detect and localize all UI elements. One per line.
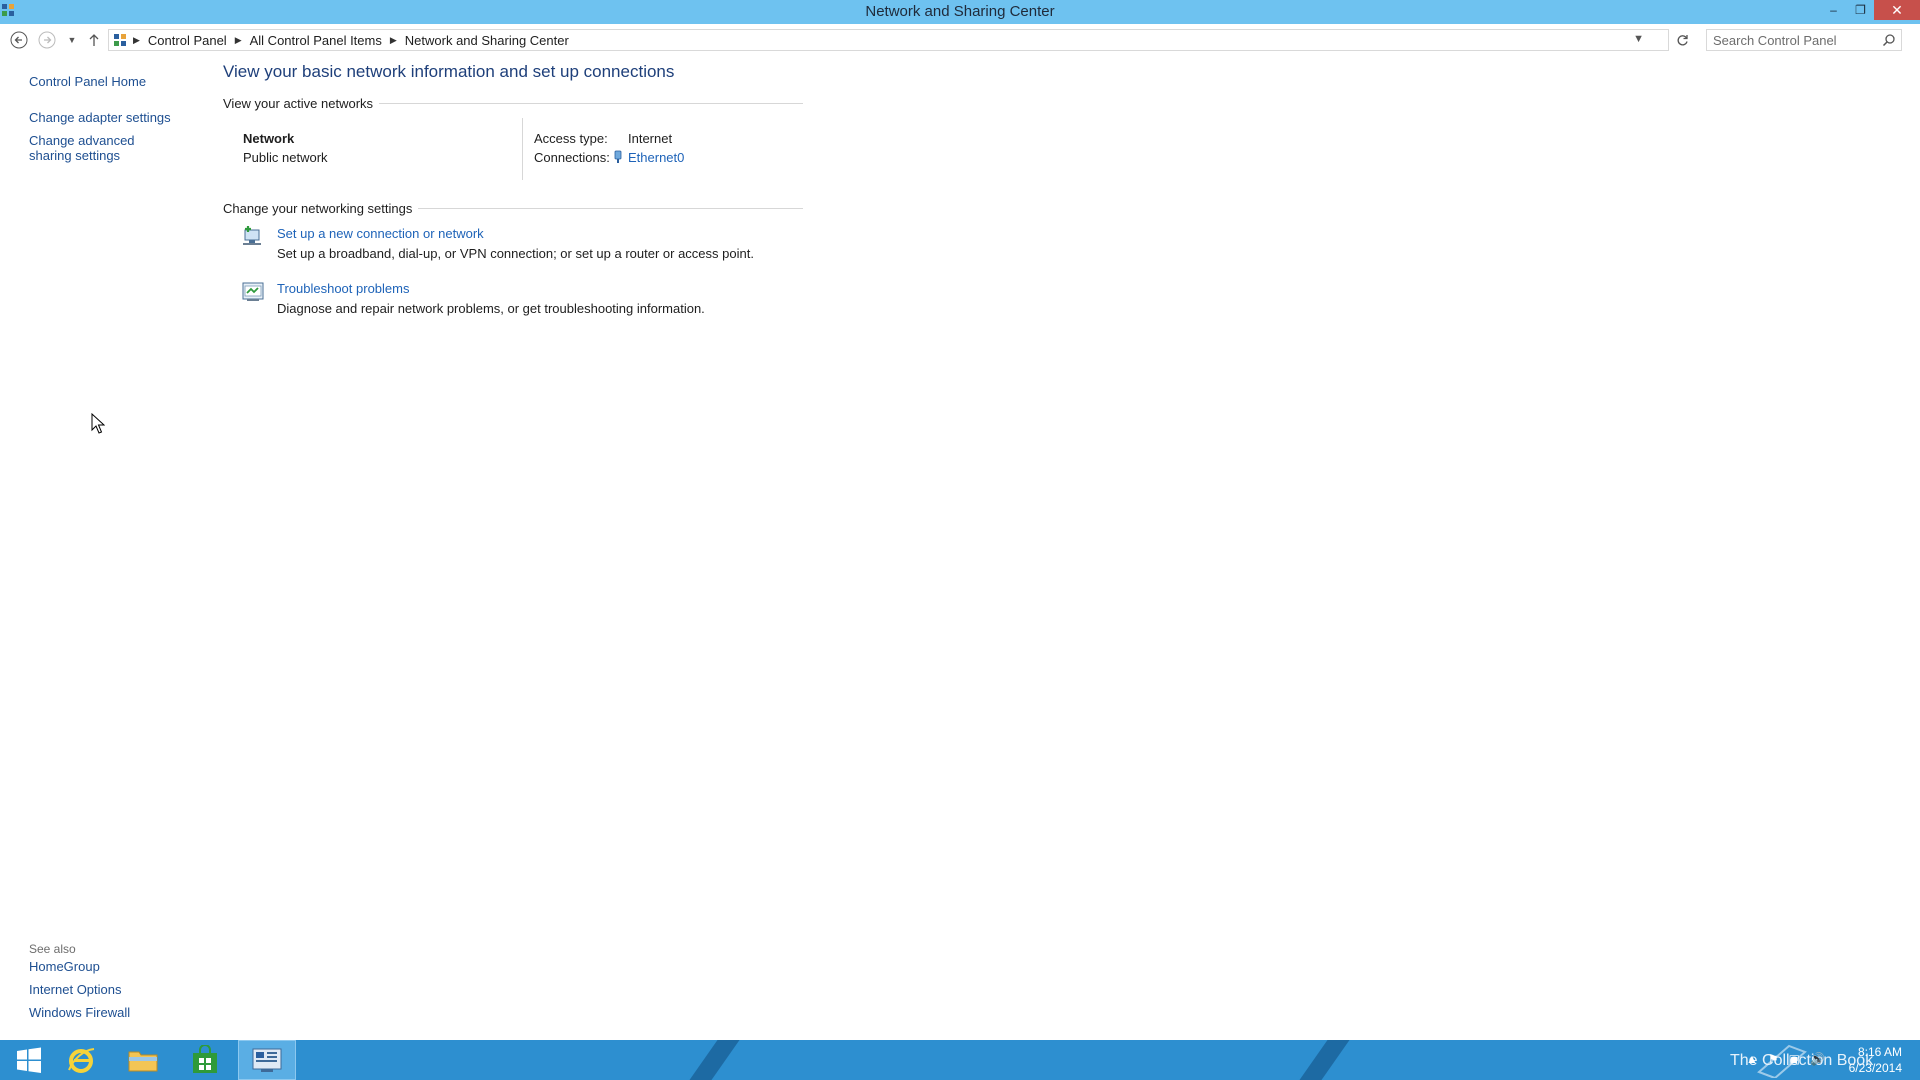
navigation-bar: ▼ ▶ Control Panel ▶ All Control Panel It… (0, 24, 1920, 56)
address-dropdown-icon[interactable]: ▼ (1633, 33, 1644, 45)
breadcrumb-control-panel[interactable]: Control Panel (144, 33, 231, 48)
network-type: Public network (243, 150, 328, 165)
show-hidden-icons-button[interactable]: ▲ (1746, 1052, 1758, 1066)
vertical-divider (522, 118, 523, 180)
windows-logo-icon (17, 1047, 41, 1073)
connections-label: Connections: (534, 150, 610, 165)
left-pane: Control Panel Home Change adapter settin… (0, 56, 200, 1040)
minimize-button[interactable]: – (1820, 0, 1847, 20)
taskbar: The Collection Book ▲ ⚑ ▣ 🔊 8:16 AM 6/23… (0, 1040, 1920, 1080)
change-settings-header: Change your networking settings (223, 201, 803, 216)
system-tray: ▲ ⚑ ▣ 🔊 (1746, 1052, 1825, 1066)
back-arrow-icon (10, 31, 28, 49)
window-title: Network and Sharing Center (865, 3, 1055, 20)
windows-firewall-link[interactable]: Windows Firewall (29, 1005, 179, 1020)
forward-button[interactable] (37, 30, 57, 50)
control-panel-home-link[interactable]: Control Panel Home (29, 74, 179, 89)
see-also-label: See also (29, 942, 76, 956)
refresh-button[interactable] (1670, 29, 1694, 51)
change-settings-header-text: Change your networking settings (223, 201, 413, 216)
forward-arrow-icon (38, 31, 56, 49)
taskbar-control-panel[interactable] (238, 1040, 296, 1080)
store-icon (193, 1045, 217, 1073)
chevron-down-icon: ▼ (67, 35, 77, 45)
taskbar-file-explorer[interactable] (114, 1040, 172, 1080)
taskbar-store[interactable] (176, 1040, 234, 1080)
window-controls: – ❐ ✕ (1820, 0, 1920, 20)
active-networks-header: View your active networks (223, 96, 803, 111)
new-connection-icon (243, 226, 261, 245)
breadcrumb-separator-icon[interactable]: ▶ (386, 35, 401, 46)
breadcrumb-all-items[interactable]: All Control Panel Items (246, 33, 386, 48)
section-divider (418, 208, 803, 209)
taskbar-decoration (675, 1040, 747, 1080)
change-adapter-settings-link[interactable]: Change adapter settings (29, 110, 179, 125)
folder-icon (128, 1051, 158, 1072)
access-type-value: Internet (628, 131, 673, 146)
troubleshoot-icon (242, 282, 264, 301)
control-panel-icon (252, 1048, 282, 1072)
mouse-cursor-icon (91, 413, 105, 434)
breadcrumb-network-sharing[interactable]: Network and Sharing Center (401, 33, 573, 48)
restore-button[interactable]: ❐ (1847, 0, 1874, 20)
action-center-flag-icon[interactable]: ⚑ (1768, 1052, 1779, 1066)
recent-locations-button[interactable]: ▼ (62, 30, 82, 50)
title-bar: Network and Sharing Center – ❐ ✕ (0, 0, 1920, 24)
ethernet-icon (614, 150, 622, 163)
troubleshoot-link[interactable]: Troubleshoot problems (277, 281, 409, 296)
clock-time: 8:16 AM (1857, 1045, 1902, 1059)
search-icon[interactable] (1882, 33, 1896, 47)
troubleshoot-description: Diagnose and repair network problems, or… (277, 301, 705, 316)
internet-options-link[interactable]: Internet Options (29, 982, 179, 997)
setup-connection-description: Set up a broadband, dial-up, or VPN conn… (277, 246, 754, 261)
access-type-label: Access type: (534, 131, 608, 146)
search-box[interactable] (1706, 29, 1902, 51)
breadcrumb-separator-icon[interactable]: ▶ (231, 35, 246, 46)
network-tray-icon[interactable]: ▣ (1789, 1052, 1800, 1066)
network-name: Network (243, 131, 295, 146)
breadcrumb-separator-icon[interactable]: ▶ (129, 35, 144, 46)
active-networks-header-text: View your active networks (223, 96, 374, 111)
ethernet0-link[interactable]: Ethernet0 (628, 150, 684, 165)
setup-connection-link[interactable]: Set up a new connection or network (277, 226, 484, 241)
address-bar[interactable]: ▶ Control Panel ▶ All Control Panel Item… (108, 29, 1688, 51)
change-advanced-sharing-link[interactable]: Change advanced sharing settings (29, 133, 179, 163)
taskbar-decoration (1285, 1040, 1357, 1080)
taskbar-internet-explorer[interactable] (52, 1040, 110, 1080)
section-divider (379, 103, 803, 104)
back-button[interactable] (9, 30, 29, 50)
taskbar-clock[interactable]: 8:16 AM 6/23/2014 (1849, 1044, 1902, 1076)
control-panel-icon (114, 34, 126, 46)
page-title: View your basic network information and … (223, 62, 675, 81)
internet-explorer-icon (68, 1048, 95, 1073)
volume-icon[interactable]: 🔊 (1810, 1052, 1825, 1066)
close-button[interactable]: ✕ (1874, 0, 1920, 20)
up-arrow-icon (89, 34, 99, 46)
start-button[interactable] (0, 1040, 58, 1080)
clock-date: 6/23/2014 (1848, 1061, 1902, 1075)
search-input[interactable] (1707, 32, 1877, 48)
refresh-icon (1677, 34, 1688, 45)
homegroup-link[interactable]: HomeGroup (29, 959, 179, 974)
up-button[interactable] (84, 30, 104, 50)
